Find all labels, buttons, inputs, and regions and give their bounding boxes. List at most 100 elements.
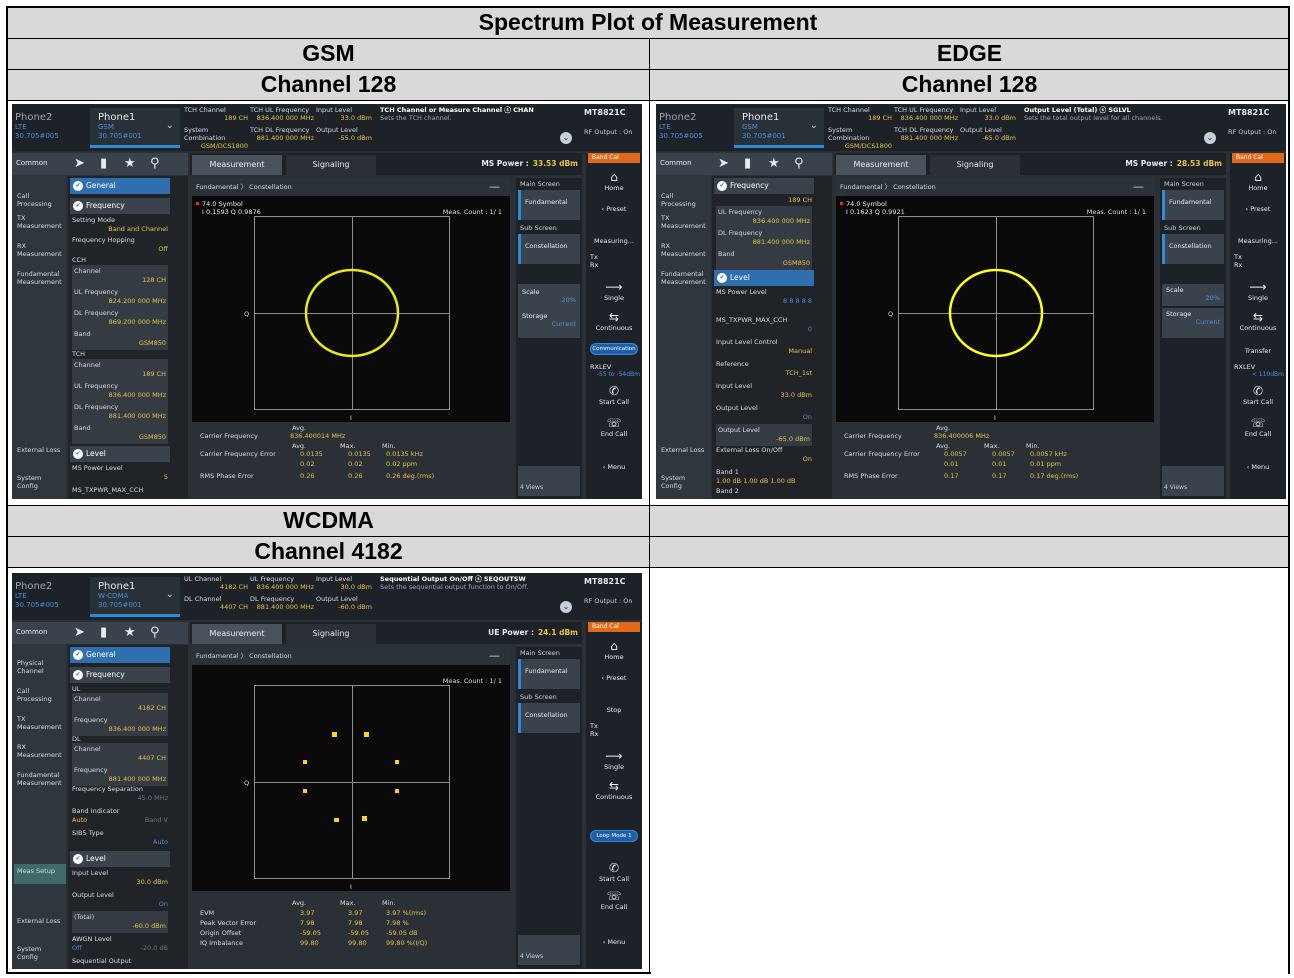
band-cal-warning[interactable]: Band Cal xyxy=(1232,153,1284,163)
minimize-icon[interactable]: — xyxy=(1133,178,1144,196)
communication-button[interactable]: Communication xyxy=(590,343,638,355)
script-icon[interactable]: ▮ xyxy=(100,156,107,171)
nav-common[interactable]: Common xyxy=(16,159,48,167)
tab-signaling[interactable]: Signaling xyxy=(286,624,376,644)
fundamental-button[interactable]: Fundamental xyxy=(518,190,580,220)
preset-button[interactable]: ‹ Preset xyxy=(1232,205,1284,213)
views-button[interactable]: 4 Views xyxy=(1162,466,1224,496)
search-icon[interactable]: ⚲ xyxy=(150,156,160,171)
fundamental-button[interactable]: Fundamental xyxy=(518,659,580,689)
nav-rx-measurement[interactable]: RX Measurement xyxy=(658,239,710,261)
start-call-button[interactable]: ✆ Start Call xyxy=(588,385,640,407)
end-call-button[interactable]: ☏ End Call xyxy=(588,890,640,912)
loop-mode-button[interactable]: Loop Mode 1 xyxy=(590,830,638,842)
views-button[interactable]: 4 Views xyxy=(518,466,580,496)
phone2-tab[interactable]: Phone2 LTE 30.705#005 xyxy=(659,112,729,148)
search-icon[interactable]: ⚲ xyxy=(150,625,160,640)
group-level[interactable]: Level xyxy=(70,851,170,867)
group-frequency[interactable]: Frequency xyxy=(70,667,170,683)
minimize-icon[interactable]: — xyxy=(489,647,500,665)
phone1-tab[interactable]: Phone1 W-CDMA 30.705#001 ⌄ xyxy=(90,577,180,617)
preset-button[interactable]: ‹ Preset xyxy=(588,205,640,213)
single-button[interactable]: ⟶ Single xyxy=(588,750,640,772)
parameter-summary[interactable]: TCH Channel 189 CH TCH UL Frequency 836.40… xyxy=(184,106,374,150)
nav-external-loss[interactable]: External Loss xyxy=(14,914,66,928)
single-button[interactable]: ⟶ Single xyxy=(1232,281,1284,303)
expand-icon[interactable]: ⌄ xyxy=(1204,132,1216,144)
continuous-button[interactable]: ⇆ Continuous xyxy=(1232,311,1284,333)
forward-icon[interactable]: ➤ xyxy=(74,156,85,171)
nav-common[interactable]: Common xyxy=(16,628,48,636)
tab-signaling[interactable]: Signaling xyxy=(286,155,376,175)
menu-button[interactable]: ‹ Menu xyxy=(588,938,640,946)
preset-button[interactable]: ‹ Preset xyxy=(588,674,640,682)
nav-fundamental-measurement[interactable]: Fundamental Measurement xyxy=(14,267,66,289)
fundamental-button[interactable]: Fundamental xyxy=(1162,190,1224,220)
storage-setting[interactable]: Storage Current xyxy=(1162,308,1224,338)
tab-measurement[interactable]: Measurement xyxy=(192,624,282,644)
script-icon[interactable]: ▮ xyxy=(744,156,751,171)
end-call-button[interactable]: ☏ End Call xyxy=(588,417,640,439)
star-icon[interactable]: ★ xyxy=(768,156,780,171)
group-level[interactable]: Level xyxy=(714,270,814,286)
nav-system-config[interactable]: System Config xyxy=(14,942,66,964)
stop-button[interactable]: Stop xyxy=(588,706,640,714)
parameter-summary[interactable]: UL Channel 4182 CH UL Frequency 836.400 00… xyxy=(184,575,374,617)
band-cal-warning[interactable]: Band Cal xyxy=(588,153,640,163)
transfer-button[interactable]: Transfer xyxy=(1232,347,1284,355)
nav-common[interactable]: Common xyxy=(660,159,692,167)
phone1-tab[interactable]: Phone1 GSM 30.705#001 ⌄ xyxy=(734,108,824,148)
search-icon[interactable]: ⚲ xyxy=(794,156,804,171)
script-icon[interactable]: ▮ xyxy=(100,625,107,640)
tab-measurement[interactable]: Measurement xyxy=(192,155,282,175)
expand-icon[interactable]: ⌄ xyxy=(560,601,572,613)
nav-external-loss[interactable]: External Loss xyxy=(658,443,710,457)
nav-tx-measurement[interactable]: TX Measurement xyxy=(658,211,710,233)
nav-fundamental-measurement[interactable]: Fundamental Measurement xyxy=(658,267,710,289)
group-frequency[interactable]: Frequency xyxy=(714,178,814,194)
scale-setting[interactable]: Scale 20% xyxy=(1162,284,1224,306)
home-button[interactable]: ⌂ Home xyxy=(588,171,640,193)
phone2-tab[interactable]: Phone2 LTE 30.705#005 xyxy=(15,112,85,148)
constellation-button[interactable]: Constellation xyxy=(518,234,580,264)
home-button[interactable]: ⌂ Home xyxy=(588,640,640,662)
nav-rx-measurement[interactable]: RX Measurement xyxy=(14,239,66,261)
continuous-button[interactable]: ⇆ Continuous xyxy=(588,780,640,802)
constellation-button[interactable]: Constellation xyxy=(1162,234,1224,264)
nav-fundamental-measurement[interactable]: Fundamental Measurement xyxy=(14,768,66,790)
home-button[interactable]: ⌂ Home xyxy=(1232,171,1284,193)
star-icon[interactable]: ★ xyxy=(124,625,136,640)
nav-tx-measurement[interactable]: TX Measurement xyxy=(14,211,66,233)
forward-icon[interactable]: ➤ xyxy=(74,625,85,640)
single-button[interactable]: ⟶ Single xyxy=(588,281,640,303)
storage-setting[interactable]: Storage Current xyxy=(518,308,580,338)
forward-icon[interactable]: ➤ xyxy=(718,156,729,171)
phone2-tab[interactable]: Phone2 LTE 30.705#005 xyxy=(15,581,85,617)
continuous-button[interactable]: ⇆ Continuous xyxy=(588,311,640,333)
minimize-icon[interactable]: — xyxy=(489,178,500,196)
band-cal-warning[interactable]: Band Cal xyxy=(588,622,640,632)
parameter-summary[interactable]: TCH Channel 189 CH TCH UL Frequency 836.40… xyxy=(828,106,1018,150)
group-general[interactable]: General xyxy=(70,647,170,663)
star-icon[interactable]: ★ xyxy=(124,156,136,171)
phone1-tab[interactable]: Phone1 GSM 30.705#001 ⌄ xyxy=(90,108,180,148)
nav-rx-measurement[interactable]: RX Measurement xyxy=(14,740,66,762)
nav-system-config[interactable]: System Config xyxy=(14,471,66,493)
tab-signaling[interactable]: Signaling xyxy=(930,155,1020,175)
nav-external-loss[interactable]: External Loss xyxy=(14,443,66,457)
menu-button[interactable]: ‹ Menu xyxy=(588,463,640,471)
nav-meas-setup[interactable]: Meas Setup xyxy=(14,864,66,884)
start-call-button[interactable]: ✆ Start Call xyxy=(588,862,640,884)
group-general[interactable]: General xyxy=(70,178,170,194)
start-call-button[interactable]: ✆ Start Call xyxy=(1232,385,1284,407)
nav-system-config[interactable]: System Config xyxy=(658,471,710,493)
constellation-button[interactable]: Constellation xyxy=(518,703,580,733)
menu-button[interactable]: ‹ Menu xyxy=(1232,463,1284,471)
expand-icon[interactable]: ⌄ xyxy=(560,132,572,144)
group-level[interactable]: Level xyxy=(70,446,170,462)
nav-call-processing[interactable]: Call Processing xyxy=(658,189,710,211)
nav-physical-channel[interactable]: Physical Channel xyxy=(14,656,66,678)
tab-measurement[interactable]: Measurement xyxy=(836,155,926,175)
nav-call-processing[interactable]: Call Processing xyxy=(14,189,66,211)
nav-call-processing[interactable]: Call Processing xyxy=(14,684,66,706)
